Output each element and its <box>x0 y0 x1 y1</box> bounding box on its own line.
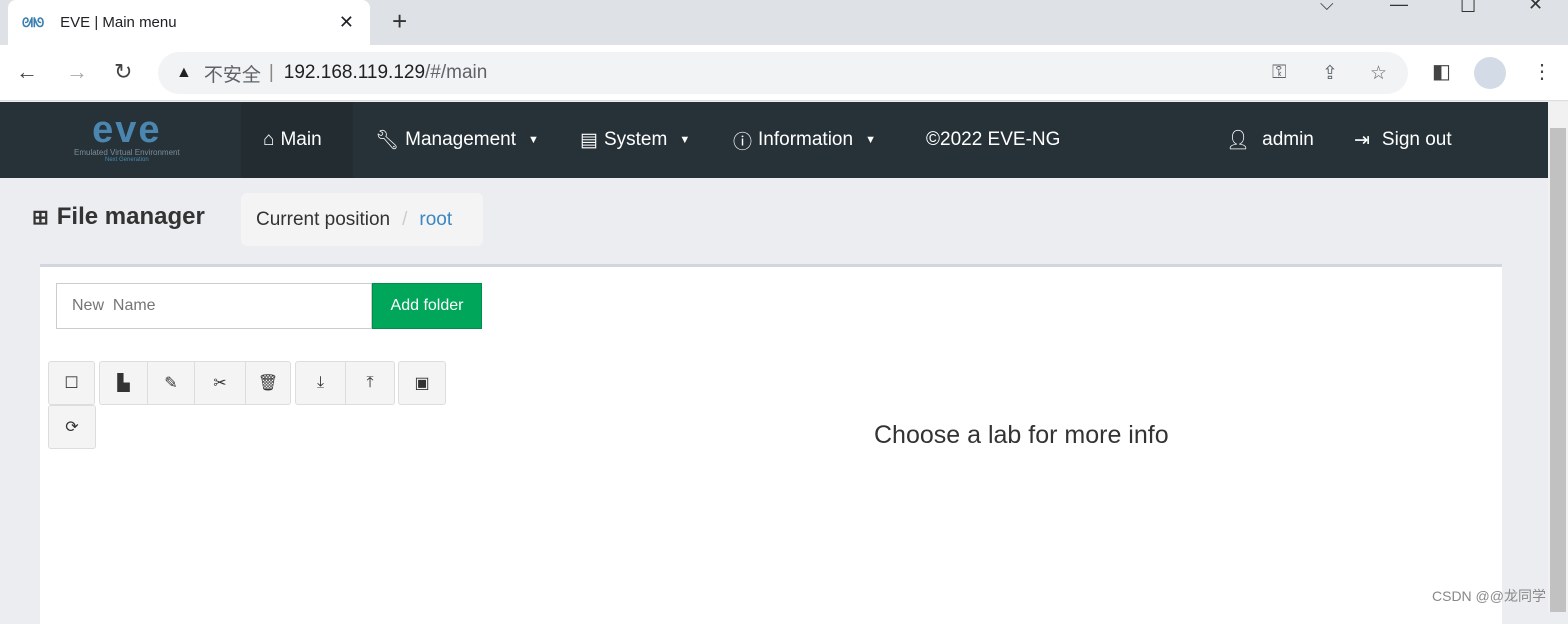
user-icon: 👤︎ <box>1226 130 1251 151</box>
add-folder-button[interactable]: Add folder <box>372 283 482 329</box>
reload-icon[interactable]: ↻ <box>114 59 132 85</box>
wrench-icon: 🔧︎ <box>375 130 400 151</box>
share-icon[interactable]: ⇪ <box>1322 62 1338 85</box>
eve-favicon: ᘛᘚ <box>22 14 45 30</box>
delete-trash-icon[interactable]: 🗑︎ <box>246 362 290 404</box>
download-icon[interactable]: ⤓ <box>296 362 346 404</box>
forward-icon[interactable]: → <box>66 59 88 85</box>
info-icon: ⓘ <box>733 131 753 153</box>
browser-tab-bar: ᘛᘚ EVE | Main menu ✕ + ⌵ — ☐ ✕ <box>0 0 1568 45</box>
home-icon: ⌂ <box>263 129 275 150</box>
breadcrumb: Current position / root <box>241 193 483 246</box>
side-panel-icon[interactable]: ◧ <box>1432 59 1451 84</box>
back-icon[interactable]: ← <box>16 59 38 85</box>
nav-user[interactable]: 👤︎ admin <box>1226 102 1314 178</box>
cut-scissors-icon[interactable]: ✂ <box>195 362 246 404</box>
file-actions-group: ▙ ✎ ✂ 🗑︎ <box>99 361 291 405</box>
window-close-icon[interactable]: ✕ <box>1528 0 1543 15</box>
nav-main[interactable]: ⌂ Main <box>241 102 353 178</box>
edit-pencil-icon[interactable]: ✎ <box>148 362 195 404</box>
navbar: eve Emulated Virtual Environment Next Ge… <box>0 102 1548 178</box>
url-host: 192.168.119.129 <box>283 62 426 83</box>
maximize-icon[interactable]: ☐ <box>1460 0 1476 17</box>
watermark: CSDN @@龙同学 <box>1432 588 1546 604</box>
caret-down-icon: ▼ <box>679 134 691 146</box>
eve-logo[interactable]: eve Emulated Virtual Environment Next Ge… <box>74 111 180 163</box>
upload-icon[interactable]: ⤒ <box>346 362 394 404</box>
scrollbar-thumb[interactable] <box>1550 128 1566 612</box>
sign-out-icon: ⇥ <box>1354 129 1370 151</box>
browser-tab[interactable]: ᘛᘚ EVE | Main menu ✕ <box>8 0 370 45</box>
nav-management[interactable]: 🔧︎ Management ▼ <box>375 102 539 178</box>
book-icon: ▤ <box>580 129 598 151</box>
collapse-toggle-icon[interactable]: ▣ <box>398 361 446 405</box>
tab-title: EVE | Main menu <box>60 14 177 31</box>
profile-avatar[interactable] <box>1474 57 1506 89</box>
caret-down-icon: ▼ <box>528 134 539 146</box>
nav-system[interactable]: ▤ System ▼ <box>580 102 690 178</box>
breadcrumb-root[interactable]: root <box>419 209 452 231</box>
warning-icon: ▲ <box>176 64 192 81</box>
refresh-icon[interactable]: ⟳ <box>48 405 96 449</box>
lab-info-placeholder: Choose a lab for more info <box>874 421 1169 449</box>
select-all-checkbox[interactable]: ☐ <box>48 361 95 405</box>
nav-information[interactable]: ⓘ Information ▼ <box>733 102 876 178</box>
menu-dots-icon[interactable]: ⋮ <box>1532 59 1552 84</box>
file-manager-panel: Add folder ☐ ▙ ✎ ✂ 🗑︎ ⤓ ⤒ ▣ ⟳ Choose a l… <box>40 264 1502 624</box>
url-input[interactable]: ▲ 不安全 | 192.168.119.129 /#/main ⚿ ⇪ ☆ <box>158 52 1408 94</box>
close-tab-icon[interactable]: ✕ <box>339 12 354 33</box>
new-file-icon[interactable]: ▙ <box>100 362 148 404</box>
tab-search-icon[interactable]: ⌵ <box>1320 0 1334 15</box>
key-icon[interactable]: ⚿ <box>1272 62 1286 84</box>
transfer-group: ⤓ ⤒ <box>295 361 395 405</box>
nav-signout[interactable]: ⇥ Sign out <box>1354 102 1452 178</box>
minimize-icon[interactable]: — <box>1390 0 1408 15</box>
url-path: /#/main <box>425 62 488 83</box>
address-bar-row: ← → ↻ ▲ 不安全 | 192.168.119.129 /#/main ⚿ … <box>0 45 1568 101</box>
bookmark-star-icon[interactable]: ☆ <box>1370 62 1387 85</box>
new-name-input[interactable] <box>56 283 372 329</box>
caret-down-icon: ▼ <box>865 134 876 146</box>
new-tab-icon[interactable]: + <box>392 6 407 37</box>
security-label: 不安全 <box>203 64 261 86</box>
page-title: ⊞ File manager <box>32 203 205 230</box>
nav-copyright: ©2022 EVE-NG <box>926 129 1061 150</box>
sitemap-icon: ⊞ <box>32 206 49 229</box>
